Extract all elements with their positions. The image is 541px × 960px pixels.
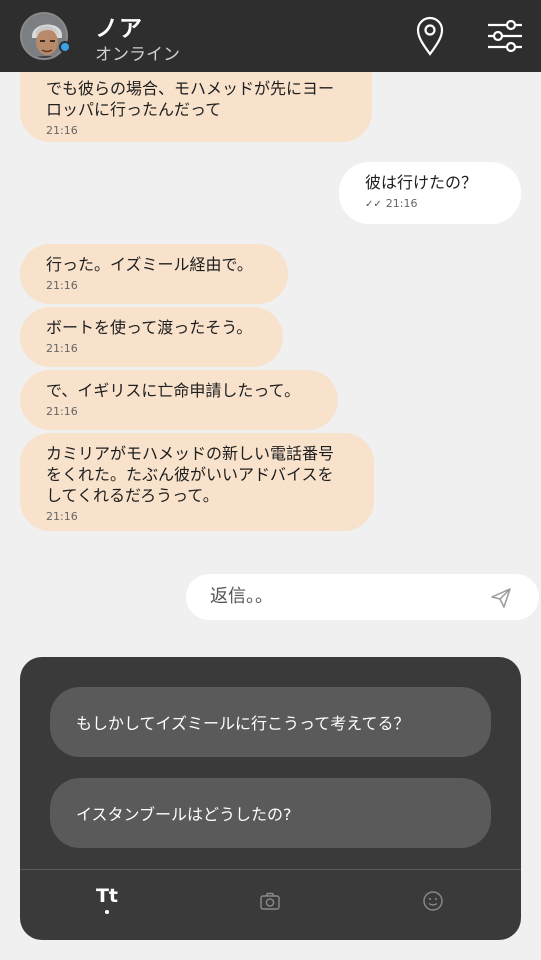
message-text: カミリアがモハメッドの新しい電話番号 をくれた。たぶん彼がいいアドバイスを して…: [46, 444, 335, 505]
divider: [20, 869, 521, 870]
read-check-icon: ✓✓: [365, 199, 382, 210]
chat-header: ノア オンライン: [0, 0, 541, 72]
contact-name: ノア: [95, 16, 143, 42]
message-text: ボートを使って渡ったそう。: [46, 318, 253, 337]
camera-icon[interactable]: [250, 885, 290, 921]
smiley-icon[interactable]: [413, 885, 453, 921]
avatar[interactable]: [20, 12, 68, 60]
reply-input[interactable]: [210, 586, 470, 607]
suggestion-option[interactable]: もしかしてイズミールに行こうって考えてる？: [50, 687, 491, 757]
tab-text[interactable]: Tt: [87, 885, 127, 921]
contact-status: オンライン: [95, 45, 180, 65]
reply-suggestions-panel: もしかしてイズミールに行こうって考えてる？ イスタンブールはどうしたの? Tt: [20, 657, 521, 940]
message-incoming: 行った。イズミール経由で。 21:16: [20, 244, 288, 304]
message-time: ✓✓ 21:16: [365, 197, 495, 210]
message-time: 21:16: [46, 342, 78, 355]
map-pin-icon[interactable]: [409, 14, 451, 58]
message-text: で、イギリスに亡命申請したって。: [46, 381, 301, 400]
suggestion-option[interactable]: イスタンブールはどうしたの?: [50, 778, 491, 848]
text-tab-label: Tt: [95, 885, 119, 907]
message-time: 21:16: [46, 124, 78, 137]
send-icon[interactable]: [489, 586, 513, 610]
message-incoming: でも彼らの場合、モハメッドが先にヨー ロッパに行ったんだって 21:16: [20, 72, 372, 142]
message-time: 21:16: [46, 279, 78, 292]
message-outgoing: 彼は行けたの？ ✓✓ 21:16: [339, 162, 521, 224]
reply-bar: [186, 574, 539, 620]
sliders-icon[interactable]: [484, 14, 526, 58]
message-incoming: ボートを使って渡ったそう。 21:16: [20, 307, 283, 367]
message-incoming: カミリアがモハメッドの新しい電話番号 をくれた。たぶん彼がいいアドバイスを して…: [20, 433, 374, 531]
message-text: でも彼らの場合、モハメッドが先にヨー ロッパに行ったんだって: [46, 79, 335, 119]
message-text: 行った。イズミール経由で。: [46, 255, 253, 274]
message-text: 彼は行けたの？: [365, 173, 478, 192]
online-status-dot: [59, 41, 71, 53]
message-time: 21:16: [46, 510, 78, 523]
message-incoming: で、イギリスに亡命申請したって。 21:16: [20, 370, 338, 430]
message-time: 21:16: [46, 405, 78, 418]
active-tab-indicator: [105, 910, 109, 914]
message-time-value: 21:16: [385, 197, 418, 210]
